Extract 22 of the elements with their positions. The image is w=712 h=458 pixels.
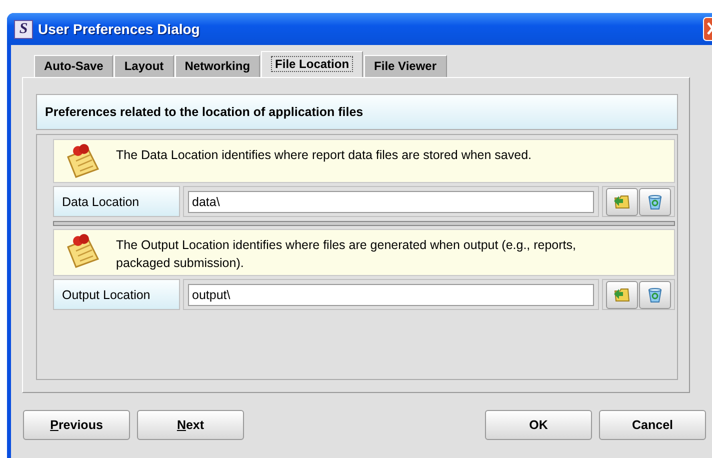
trash-icon[interactable] bbox=[639, 188, 671, 216]
field-label: Data Location bbox=[53, 186, 180, 217]
dialog-button[interactable]: OK bbox=[485, 410, 592, 440]
tab[interactable]: Networking bbox=[174, 55, 260, 77]
window-title: User Preferences Dialog bbox=[38, 21, 201, 37]
input-field[interactable]: data\ bbox=[188, 190, 594, 212]
folder-icon[interactable] bbox=[606, 188, 638, 216]
input-field[interactable]: output\ bbox=[188, 284, 594, 306]
description-text: The Output Location identifies where files are generated when output (e.g., reports, packaged submission). bbox=[116, 237, 577, 272]
section-heading: Preferences related to the location of application files bbox=[36, 94, 678, 130]
nav-button[interactable]: Previous bbox=[23, 410, 130, 440]
field-label: Output Location bbox=[53, 279, 180, 310]
trash-icon[interactable] bbox=[639, 280, 671, 308]
tab[interactable]: Auto-Save bbox=[34, 55, 114, 77]
dialog-button[interactable]: Cancel bbox=[599, 410, 706, 440]
tab[interactable]: File Viewer bbox=[364, 55, 447, 77]
app-icon: S bbox=[14, 20, 33, 38]
nav-button[interactable]: Next bbox=[137, 410, 244, 440]
description-text: The Data Location identifies where report data files are stored when saved. bbox=[116, 147, 532, 164]
folder-icon[interactable] bbox=[606, 280, 638, 308]
tab[interactable]: Layout bbox=[114, 55, 174, 77]
tab[interactable]: File Location bbox=[261, 51, 364, 77]
